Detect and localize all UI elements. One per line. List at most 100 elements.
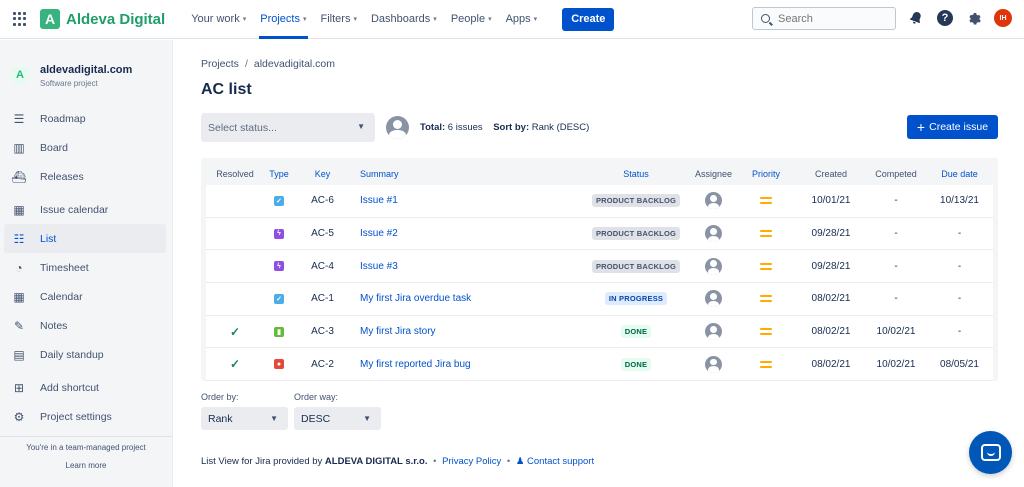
privacy-policy-link[interactable]: Privacy Policy xyxy=(442,456,501,467)
issue-key[interactable]: AC-6 xyxy=(294,195,351,206)
sidebar-footer: You're in a team-managed project Learn m… xyxy=(0,436,172,470)
sidebar-item-list[interactable]: ☷ List xyxy=(4,224,166,253)
search-input[interactable] xyxy=(778,12,888,25)
assignee-avatar[interactable] xyxy=(705,355,722,373)
sidebar-item-releases[interactable]: ⛴ Releases xyxy=(4,162,166,191)
sidebar: A aldevadigital.com Software project ☰ Ro… xyxy=(0,40,173,487)
nav-item-dashboards[interactable]: Dashboards ▾ xyxy=(364,0,444,39)
project-type: Software project xyxy=(40,79,98,88)
col-summary[interactable]: Summary xyxy=(351,169,581,179)
learn-more-link[interactable]: Learn more xyxy=(0,461,172,470)
issue-key[interactable]: AC-3 xyxy=(294,326,351,337)
issue-summary-link[interactable]: My first reported Jira bug xyxy=(360,359,471,370)
sidebar-item-board[interactable]: ▥ Board xyxy=(4,133,166,162)
sidebar-item-issue-calendar[interactable]: ▦ Issue calendar xyxy=(4,195,166,224)
create-button[interactable]: Create xyxy=(562,7,615,31)
list-icon: ☷ xyxy=(13,231,25,246)
sidebar-item-timesheet[interactable]: ◔ Timesheet xyxy=(4,253,166,282)
col-key[interactable]: Key xyxy=(294,169,351,179)
logo[interactable]: A Aldeva Digital xyxy=(40,9,165,29)
created-date: 08/02/21 xyxy=(811,293,851,305)
table-row[interactable]: ϟ AC-4 Issue #3 PRODUCT BACKLOG 09/28/21 - - xyxy=(206,250,993,284)
table-row[interactable]: ✓ ▮ AC-3 My first Jira story DONE 08/02/21 10/… xyxy=(206,315,993,349)
issue-summary-link[interactable]: Issue #1 xyxy=(360,195,398,206)
col-completed[interactable]: Competed xyxy=(866,169,926,179)
create-issue-button[interactable]: + Create issue xyxy=(907,115,998,139)
chat-launcher-button[interactable] xyxy=(969,431,1012,474)
profile-button[interactable]: IH xyxy=(994,9,1012,27)
nav-item-apps[interactable]: Apps ▾ xyxy=(499,0,545,39)
notifications-icon[interactable] xyxy=(907,9,925,27)
app-switcher-icon[interactable] xyxy=(13,12,27,26)
issue-key[interactable]: AC-1 xyxy=(294,293,351,304)
col-due-date[interactable]: Due date xyxy=(926,169,993,179)
sidebar-item-project-settings[interactable]: ⚙ Project settings xyxy=(4,402,166,431)
table-header: Resolved Type Key Summary Status Assigne… xyxy=(206,162,993,185)
col-priority[interactable]: Priority xyxy=(736,169,796,179)
user-avatar: IH xyxy=(994,9,1012,27)
nav-item-label: Projects xyxy=(260,13,300,25)
assignee-filter-avatar[interactable] xyxy=(386,116,409,139)
assignee-avatar[interactable] xyxy=(705,290,722,308)
help-button[interactable]: ? xyxy=(936,9,954,27)
status-select[interactable]: Select status... ▼ xyxy=(201,113,375,142)
issue-key[interactable]: AC-5 xyxy=(294,228,351,239)
table-row[interactable]: ✓ AC-6 Issue #1 PRODUCT BACKLOG 10/01/21 - 10/… xyxy=(206,185,993,218)
table-row[interactable]: ✓ ● AC-2 My first reported Jira bug DONE 08/0… xyxy=(206,348,993,382)
assignee-avatar[interactable] xyxy=(705,257,722,275)
calendar-icon: ▦ xyxy=(13,289,25,304)
assignee-avatar[interactable] xyxy=(705,225,722,243)
nav-item-label: Dashboards xyxy=(370,13,431,25)
order-way-select[interactable]: DESC ▼ xyxy=(294,407,381,430)
calendar-icon: ▦ xyxy=(13,202,25,217)
chat-icon xyxy=(980,444,1001,461)
page-title: AC list xyxy=(201,81,252,98)
search-box[interactable] xyxy=(752,7,896,30)
assignee-avatar[interactable] xyxy=(705,323,722,341)
project-avatar: A xyxy=(12,67,28,83)
col-resolved[interactable]: Resolved xyxy=(206,169,264,179)
resolved-check-icon: ✓ xyxy=(229,324,241,339)
sidebar-item-notes[interactable]: ✎ Notes xyxy=(4,311,166,340)
settings-icon[interactable] xyxy=(965,9,983,27)
order-by-value: Rank xyxy=(208,412,233,425)
contact-support-link[interactable]: Contact support xyxy=(527,456,594,467)
top-navigation: A Aldeva Digital Your work ▾ Projects ▾ Filt… xyxy=(0,0,1024,39)
nav-item-filters[interactable]: Filters ▾ xyxy=(314,0,364,39)
assignee-avatar[interactable] xyxy=(705,192,722,210)
order-by-select[interactable]: Rank ▼ xyxy=(201,407,288,430)
col-created[interactable]: Created xyxy=(796,169,866,179)
sidebar-item-roadmap[interactable]: ☰ Roadmap xyxy=(4,104,166,133)
nav-item-people[interactable]: People ▾ xyxy=(444,0,499,39)
issue-key[interactable]: AC-2 xyxy=(294,359,351,370)
completed-date: 10/02/21 xyxy=(876,358,916,370)
col-assignee[interactable]: Assignee xyxy=(691,169,736,179)
issue-key[interactable]: AC-4 xyxy=(294,261,351,272)
col-status[interactable]: Status xyxy=(581,169,691,179)
table-row[interactable]: ✓ AC-1 My first Jira overdue task IN PROGRE… xyxy=(206,283,993,316)
due-date: - xyxy=(957,293,962,305)
sidebar-item-label: Releases xyxy=(40,170,84,183)
priority-medium-icon xyxy=(760,262,772,270)
breadcrumb-projects[interactable]: Projects xyxy=(201,58,239,70)
col-type[interactable]: Type xyxy=(264,169,294,179)
board-icon: ▥ xyxy=(13,140,25,155)
sidebar-item-calendar[interactable]: ▦ Calendar xyxy=(4,282,166,311)
sidebar-item-label: Roadmap xyxy=(40,112,86,125)
status-badge: IN PROGRESS xyxy=(604,292,668,306)
gear-icon: ⚙ xyxy=(13,409,25,424)
breadcrumb-project[interactable]: aldevadigital.com xyxy=(254,58,335,70)
sidebar-item-add-shortcut[interactable]: ⊞ Add shortcut xyxy=(4,373,166,402)
completed-date: - xyxy=(894,293,898,305)
due-date: - xyxy=(957,260,962,272)
order-way-value: DESC xyxy=(301,412,331,425)
nav-item-projects[interactable]: Projects ▾ xyxy=(253,0,313,39)
issue-summary-link[interactable]: My first Jira story xyxy=(360,326,436,337)
issue-summary-link[interactable]: My first Jira overdue task xyxy=(360,293,471,304)
issue-summary-link[interactable]: Issue #2 xyxy=(360,228,398,239)
main-content: Projects / aldevadigital.com AC list Selec… xyxy=(201,40,998,432)
issue-summary-link[interactable]: Issue #3 xyxy=(360,261,398,272)
nav-item-your-work[interactable]: Your work ▾ xyxy=(184,0,253,39)
table-row[interactable]: ϟ AC-5 Issue #2 PRODUCT BACKLOG 09/28/21 - - xyxy=(206,217,993,251)
sidebar-item-daily-standup[interactable]: ▤ Daily standup xyxy=(4,340,166,369)
